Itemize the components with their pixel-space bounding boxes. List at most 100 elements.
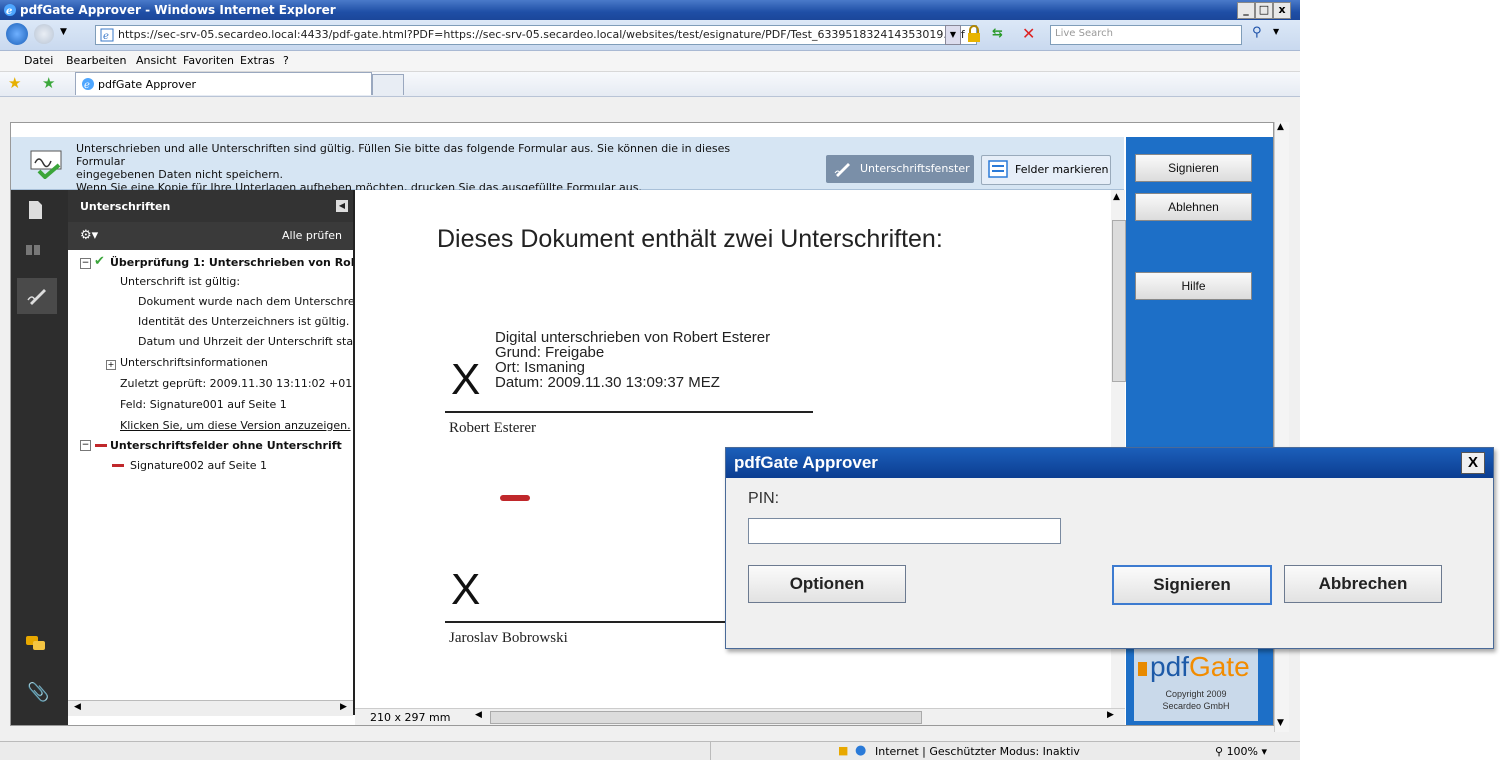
stop-icon[interactable]: ✕ bbox=[1022, 24, 1035, 43]
dialog-title: pdfGate Approver bbox=[734, 453, 878, 472]
collapse-panel-button[interactable]: ◀ bbox=[336, 200, 348, 212]
scroll-right-icon[interactable]: ▶ bbox=[340, 702, 347, 712]
options-gear-icon[interactable]: ⚙▾ bbox=[80, 228, 98, 243]
favorites-star-icon[interactable]: ★ bbox=[8, 74, 21, 92]
dialog-close-button[interactable]: X bbox=[1461, 452, 1485, 474]
paperclip-icon[interactable]: 📎 bbox=[27, 682, 49, 703]
unsigned-signature-field-icon[interactable] bbox=[500, 495, 530, 501]
side-sign-button[interactable]: Signieren bbox=[1135, 154, 1252, 182]
history-dropdown-icon[interactable]: ▼ bbox=[60, 27, 67, 37]
address-row: ▼ e https://sec-srv-05.secardeo.local:44… bbox=[0, 20, 1300, 51]
document-vscroll-thumb[interactable] bbox=[1112, 220, 1126, 382]
message-line-1: Unterschrieben und alle Unterschriften s… bbox=[76, 142, 731, 168]
forward-button[interactable] bbox=[34, 24, 54, 44]
add-favorite-icon[interactable]: ★ bbox=[42, 74, 55, 92]
pages-icon[interactable] bbox=[27, 200, 43, 220]
title-bar: e pdfGate Approver - Windows Internet Ex… bbox=[0, 0, 1300, 20]
new-tab-button[interactable] bbox=[372, 74, 404, 95]
sig1-line-date: Datum: 2009.11.30 13:09:37 MEZ bbox=[495, 374, 720, 391]
tab-page-icon: e bbox=[82, 78, 94, 91]
menu-favoriten[interactable]: Favoriten bbox=[183, 54, 234, 67]
tree-item-signature002[interactable]: Signature002 auf Seite 1 bbox=[130, 459, 353, 472]
valid-signature-icon: ✔ bbox=[94, 254, 105, 269]
zoom-icon: ⚲ bbox=[1215, 745, 1227, 758]
logo-mark-icon bbox=[1138, 662, 1147, 676]
tab-label: pdfGate Approver bbox=[98, 78, 196, 91]
menu-bearbeiten[interactable]: Bearbeiten bbox=[66, 54, 126, 67]
mark-fields-button[interactable]: Felder markieren bbox=[981, 155, 1111, 185]
side-help-button[interactable]: Hilfe bbox=[1135, 272, 1252, 300]
browser-tab[interactable]: e pdfGate Approver bbox=[75, 72, 372, 95]
logo-text-gate: Gate bbox=[1188, 651, 1250, 682]
tree-item-field[interactable]: Feld: Signature001 auf Seite 1 bbox=[120, 398, 353, 411]
signature1-x-mark: X bbox=[451, 355, 481, 404]
window-title: pdfGate Approver - Windows Internet Expl… bbox=[20, 3, 336, 17]
search-placeholder: Live Search bbox=[1055, 28, 1113, 39]
tree-item-unsigned-fields[interactable]: Unterschriftsfelder ohne Unterschrift bbox=[110, 439, 353, 452]
signature2-name: Jaroslav Bobrowski bbox=[449, 630, 568, 646]
tree-item-valid[interactable]: Unterschrift ist gültig: bbox=[120, 275, 353, 288]
cancel-button[interactable]: Abbrechen bbox=[1284, 565, 1442, 603]
collapse-toggle[interactable]: − bbox=[80, 258, 91, 269]
back-button[interactable] bbox=[6, 23, 28, 45]
status-segments bbox=[710, 742, 831, 760]
document-hscrollbar[interactable]: 210 x 297 mm ◀ ▶ bbox=[355, 708, 1125, 725]
mark-fields-label: Felder markieren bbox=[1015, 163, 1109, 176]
signature-window-button[interactable]: Unterschriftsfenster bbox=[826, 155, 974, 183]
page-size-label: 210 x 297 mm bbox=[370, 711, 451, 724]
maximize-button[interactable]: □ bbox=[1255, 2, 1273, 19]
navigation-toolbar: 📎 bbox=[11, 190, 68, 725]
tree-item-signature-info[interactable]: Unterschriftsinformationen bbox=[120, 356, 353, 369]
document-hscroll-thumb[interactable] bbox=[490, 711, 922, 724]
status-bar: ■ ● Internet | Geschützter Modus: Inakti… bbox=[0, 741, 1300, 760]
menu-bar: Datei Bearbeiten Ansicht Favoriten Extra… bbox=[0, 51, 1300, 72]
menu-extras[interactable]: Extras bbox=[240, 54, 275, 67]
pin-label: PIN: bbox=[748, 490, 780, 507]
signature1-name: Robert Esterer bbox=[449, 420, 537, 436]
collapse-toggle-unsigned[interactable]: − bbox=[80, 440, 91, 451]
scroll-left-icon[interactable]: ◀ bbox=[74, 702, 81, 712]
comments-icon[interactable] bbox=[25, 635, 47, 653]
close-window-button[interactable]: x bbox=[1273, 2, 1291, 19]
svg-text:e: e bbox=[103, 31, 109, 42]
zoom-control[interactable]: ⚲ 100% ▾ bbox=[1215, 745, 1267, 758]
minimize-button[interactable]: _ bbox=[1237, 2, 1255, 19]
tree-item-last-checked[interactable]: Zuletzt geprüft: 2009.11.30 13:11:02 +01… bbox=[120, 377, 353, 390]
pin-input[interactable] bbox=[748, 518, 1061, 544]
menu-help[interactable]: ? bbox=[283, 54, 289, 67]
options-button[interactable]: Optionen bbox=[748, 565, 906, 603]
address-url: https://sec-srv-05.secardeo.local:4433/p… bbox=[118, 28, 965, 41]
hscroll-left-icon[interactable]: ◀ bbox=[475, 710, 482, 720]
lock-icon[interactable] bbox=[966, 25, 982, 43]
search-icon[interactable]: ⚲ bbox=[1252, 25, 1262, 40]
side-reject-button[interactable]: Ablehnen bbox=[1135, 193, 1252, 221]
tree-item-identity[interactable]: Identität des Unterzeichners ist gültig. bbox=[138, 315, 353, 328]
view-version-link[interactable]: Klicken Sie, um diese Version anzuzeigen… bbox=[120, 419, 353, 432]
document-message-bar: Unterschrieben und alle Unterschriften s… bbox=[11, 137, 1124, 194]
check-all-button[interactable]: Alle prüfen bbox=[282, 229, 342, 242]
tree-item-check1[interactable]: Überprüfung 1: Unterschrieben von Robert bbox=[110, 256, 353, 269]
browser-scroll-down-icon[interactable]: ▼ bbox=[1277, 718, 1284, 728]
tree-item-unchanged[interactable]: Dokument wurde nach dem Unterschreiben bbox=[138, 295, 353, 308]
pen-icon bbox=[834, 163, 850, 177]
message-line-2: eingegebenen Daten nicht speichern. bbox=[76, 168, 283, 181]
address-bar[interactable]: e https://sec-srv-05.secardeo.local:4433… bbox=[95, 25, 977, 45]
refresh-icon[interactable]: ⇆ bbox=[992, 26, 1003, 41]
search-options-icon[interactable]: ▼ bbox=[1273, 27, 1279, 36]
expand-toggle[interactable]: + bbox=[106, 360, 116, 370]
signatures-panel-toolbar: ⚙▾ Alle prüfen bbox=[68, 222, 353, 250]
page-icon: e bbox=[100, 28, 114, 42]
browser-scroll-up-icon[interactable]: ▲ bbox=[1277, 122, 1284, 132]
tree-item-datetime[interactable]: Datum und Uhrzeit der Unterschrift stamm… bbox=[138, 335, 353, 348]
menu-ansicht[interactable]: Ansicht bbox=[136, 54, 177, 67]
status-zone-text: Internet | Geschützter Modus: Inaktiv bbox=[875, 745, 1080, 758]
search-input[interactable]: Live Search bbox=[1050, 25, 1242, 45]
signatures-tab[interactable] bbox=[17, 278, 57, 314]
menu-datei[interactable]: Datei bbox=[24, 54, 53, 67]
scroll-up-icon[interactable]: ▲ bbox=[1113, 192, 1120, 202]
hscroll-right-icon[interactable]: ▶ bbox=[1107, 710, 1114, 720]
panel-hscrollbar[interactable]: ◀ ▶ bbox=[68, 700, 353, 716]
address-dropdown-button[interactable]: ▼ bbox=[945, 25, 961, 45]
attachments-icon[interactable] bbox=[25, 242, 45, 258]
dialog-sign-button[interactable]: Signieren bbox=[1112, 565, 1272, 605]
